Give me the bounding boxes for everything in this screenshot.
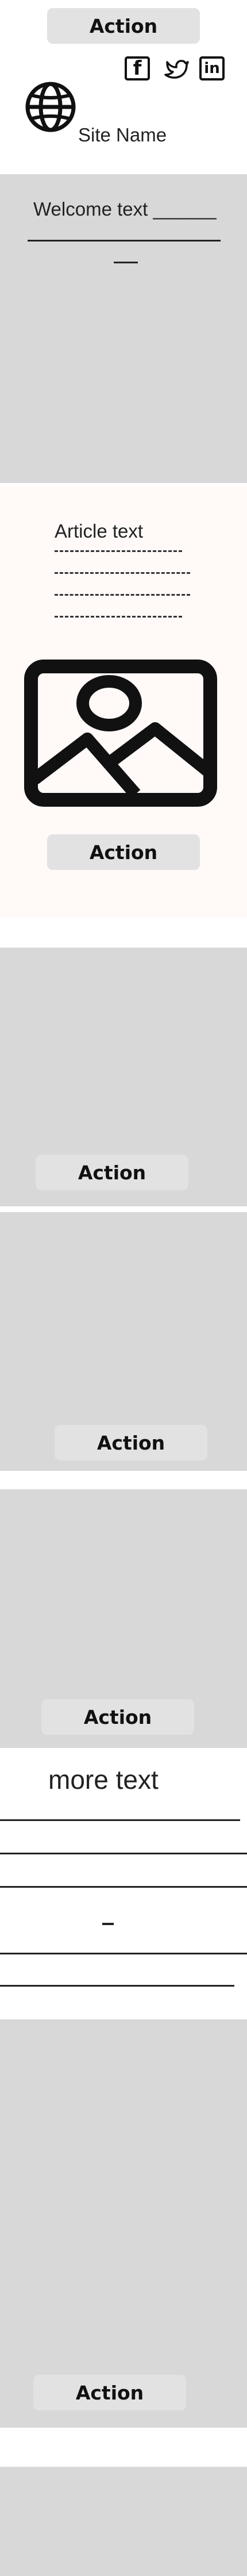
- card-action-button[interactable]: Action: [41, 1699, 194, 1735]
- linkedin-icon[interactable]: in: [199, 56, 225, 80]
- text-placeholder-line: [114, 262, 138, 263]
- text-placeholder-dashes: [55, 594, 190, 596]
- facebook-icon[interactable]: f: [125, 56, 150, 80]
- text-placeholder-dashes: [55, 550, 182, 552]
- card-section: Action: [0, 1212, 247, 1471]
- more-text: more text: [48, 1765, 159, 1795]
- site-header: Action f in Site Name: [0, 0, 247, 172]
- feature-section: Action: [0, 2019, 247, 2428]
- card-action-button[interactable]: Action: [36, 1155, 188, 1190]
- text-placeholder-line: [102, 1923, 114, 1925]
- globe-icon[interactable]: [24, 80, 77, 133]
- card-section: Action: [0, 1489, 247, 1748]
- article-text: Article text: [55, 520, 144, 542]
- twitter-icon[interactable]: [164, 56, 189, 80]
- text-placeholder-dashes: [55, 616, 182, 618]
- text-placeholder-line: [0, 1886, 247, 1888]
- text-placeholder-line: [28, 240, 221, 241]
- card-action-button[interactable]: Action: [55, 1425, 207, 1460]
- header-action-button[interactable]: Action: [47, 8, 200, 44]
- welcome-section: Welcome text ______: [0, 174, 247, 483]
- site-name: Site Name: [78, 124, 167, 145]
- article-section: Article text Action: [0, 486, 247, 917]
- welcome-text: Welcome text ______: [33, 198, 217, 220]
- page: Action f in Site Name Welcome text _____…: [0, 0, 247, 2576]
- card-section: Action: [0, 948, 247, 1206]
- article-action-button[interactable]: Action: [47, 834, 200, 870]
- more-text-section: more text: [0, 1748, 247, 2018]
- feature-action-button[interactable]: Action: [33, 2375, 186, 2410]
- text-placeholder-dashes: [55, 572, 190, 574]
- footer-section: [0, 2467, 247, 2576]
- text-placeholder-line: [0, 1853, 247, 1854]
- text-placeholder-line: [0, 1953, 247, 1954]
- image-placeholder-icon: [24, 660, 217, 807]
- text-placeholder-line: [0, 1819, 240, 1821]
- text-placeholder-line: [0, 1985, 234, 1987]
